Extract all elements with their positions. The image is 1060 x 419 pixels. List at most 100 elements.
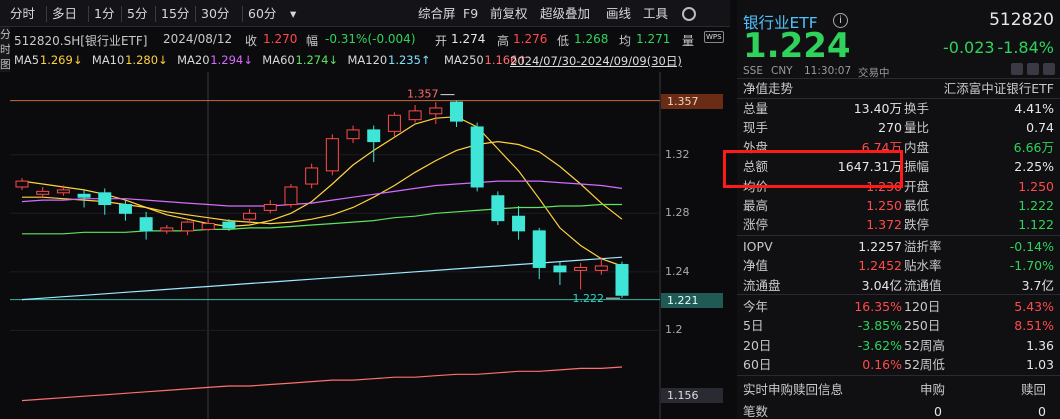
ma-legend-label: MA20: [177, 53, 210, 67]
toolbar-item-3[interactable]: 超级叠加: [540, 5, 590, 23]
ma-legend-label: MA60: [262, 53, 295, 67]
candle[interactable]: [284, 184, 298, 208]
candle-body: [615, 264, 629, 296]
close-caption: 收: [245, 34, 258, 48]
stat-value: 3.7亿: [1021, 277, 1054, 293]
stat-label: 流通值: [904, 277, 942, 293]
period-tab-2[interactable]: 1分: [94, 5, 114, 23]
period-tab-5[interactable]: 30分: [201, 5, 229, 23]
period-tab-0[interactable]: 分时: [10, 5, 35, 23]
date-range-label[interactable]: 2024/07/30-2024/09/09(30日): [510, 53, 682, 69]
side-tab-char[interactable]: 分: [0, 27, 10, 42]
stat-label: 振幅: [904, 159, 930, 175]
stat-label: 60日: [743, 357, 772, 373]
toolbar-item-4[interactable]: 画线: [606, 5, 631, 23]
candle-body: [553, 265, 567, 273]
stat-value: 13.40万: [853, 101, 902, 116]
candle[interactable]: [470, 122, 484, 192]
gear-icon[interactable]: [682, 7, 696, 21]
stat-value: 1647.31万: [837, 159, 902, 175]
price-change: -0.023: [943, 38, 995, 57]
edit-icon[interactable]: [1011, 63, 1023, 75]
alert-icon[interactable]: [1027, 63, 1039, 75]
stat-row: 外盘 6.74万 内盘 6.66万: [737, 138, 1060, 157]
side-tab-char[interactable]: 时: [0, 42, 10, 57]
stat-label: 溢折率: [904, 239, 942, 254]
last-price: 1.224: [743, 26, 851, 66]
price-tag: 1.156: [661, 387, 723, 403]
period-tab-3[interactable]: 5分: [127, 5, 147, 23]
stat-value: 8.51%: [1014, 318, 1054, 334]
subscribe-count: 0: [934, 404, 942, 419]
stat-value: 6.74万: [861, 139, 902, 155]
stat-row: 今年 16.35% 120日 5.43%: [737, 297, 1060, 316]
stat-value: 4.41%: [1014, 101, 1054, 116]
low-value: 1.268: [574, 32, 609, 46]
volume-toggle[interactable]: 量: [682, 32, 694, 49]
stat-label: 今年: [743, 299, 769, 314]
stat-label: 现手: [743, 120, 769, 136]
candle-body: [160, 227, 174, 232]
ma-legend-label: MA250: [444, 53, 484, 67]
stat-label: 最低: [904, 198, 930, 213]
ma-legend-value: 1.294↓: [210, 53, 253, 67]
period-tab-1[interactable]: 多日: [52, 5, 77, 23]
candle-body: [387, 114, 401, 132]
low-caption: 低: [557, 34, 570, 48]
nav-trend-row[interactable]: 净值走势 汇添富中证银行ETF: [737, 79, 1060, 98]
y-tick-label: 1.24: [665, 264, 690, 278]
candle-body: [594, 265, 608, 271]
avg-value: 1.271: [636, 32, 671, 46]
ma-legend-label: MA120: [347, 53, 388, 67]
candle[interactable]: [325, 134, 339, 176]
toolbar-divider: [195, 6, 196, 22]
stat-value: 0.74: [1026, 120, 1054, 136]
stat-row: 60日 0.16% 52周低 1.03: [737, 355, 1060, 374]
stat-label: 均价: [743, 178, 769, 194]
toolbar-item-2[interactable]: 前复权: [490, 5, 528, 23]
stat-value: 1.2452: [858, 258, 902, 274]
stat-label: 外盘: [743, 139, 769, 155]
ma-legend-value: 1.274↓: [295, 53, 339, 67]
fund-code: 512820: [989, 10, 1054, 30]
stat-row: 净值 1.2452 贴水率 -1.70%: [737, 256, 1060, 275]
avg-caption: 均: [619, 34, 632, 48]
toolbar-item-1[interactable]: F9: [463, 5, 478, 23]
stat-label: 贴水率: [904, 258, 942, 274]
candle-body: [284, 186, 298, 206]
ma-legend-label: MA10: [91, 53, 125, 67]
period-tab-6[interactable]: 60分: [248, 5, 276, 23]
stat-value: 16.35%: [854, 299, 902, 314]
toolbar-item-5[interactable]: 工具: [643, 5, 668, 23]
kline-chart[interactable]: 1.357 1.222: [0, 72, 730, 419]
stat-label: 最高: [743, 198, 769, 213]
candle[interactable]: [615, 261, 629, 299]
side-tab-char[interactable]: 图: [0, 57, 10, 72]
wps-badge[interactable]: WPS: [704, 31, 724, 43]
stat-label: 内盘: [904, 139, 930, 155]
stat-label: 涨停: [743, 217, 769, 233]
candle-body: [222, 221, 236, 229]
toolbar-divider: [46, 6, 47, 22]
more-icon[interactable]: [1043, 63, 1055, 75]
candle-body: [36, 190, 50, 195]
stat-row: 均价 1.230 开盘 1.250: [737, 177, 1060, 196]
period-dropdown-icon[interactable]: ▾: [290, 5, 296, 23]
price-annotation: 1.222: [573, 292, 605, 305]
period-tab-4[interactable]: 15分: [161, 5, 189, 23]
candle-body: [408, 110, 422, 121]
quote-panel: 银行业ETF i 512820 1.224 -0.023 -1.84% SSE …: [737, 0, 1060, 419]
toolbar-item-0[interactable]: 综合屏: [418, 5, 456, 23]
toolbar-divider: [88, 6, 89, 22]
toolbar-divider: [121, 6, 122, 22]
candle[interactable]: [491, 191, 505, 226]
candle-body: [470, 126, 484, 188]
stat-value: 0.16%: [862, 357, 902, 373]
quote-time: 11:30:07: [804, 65, 852, 77]
stat-row: 涨停 1.372 跌停 1.122: [737, 215, 1060, 234]
stat-value: -3.85%: [857, 318, 902, 334]
stat-value: 1.222: [1018, 198, 1054, 213]
stat-label: 流通盘: [743, 277, 781, 293]
candle-body: [532, 230, 546, 268]
stat-row: 5日 -3.85% 250日 8.51%: [737, 316, 1060, 335]
